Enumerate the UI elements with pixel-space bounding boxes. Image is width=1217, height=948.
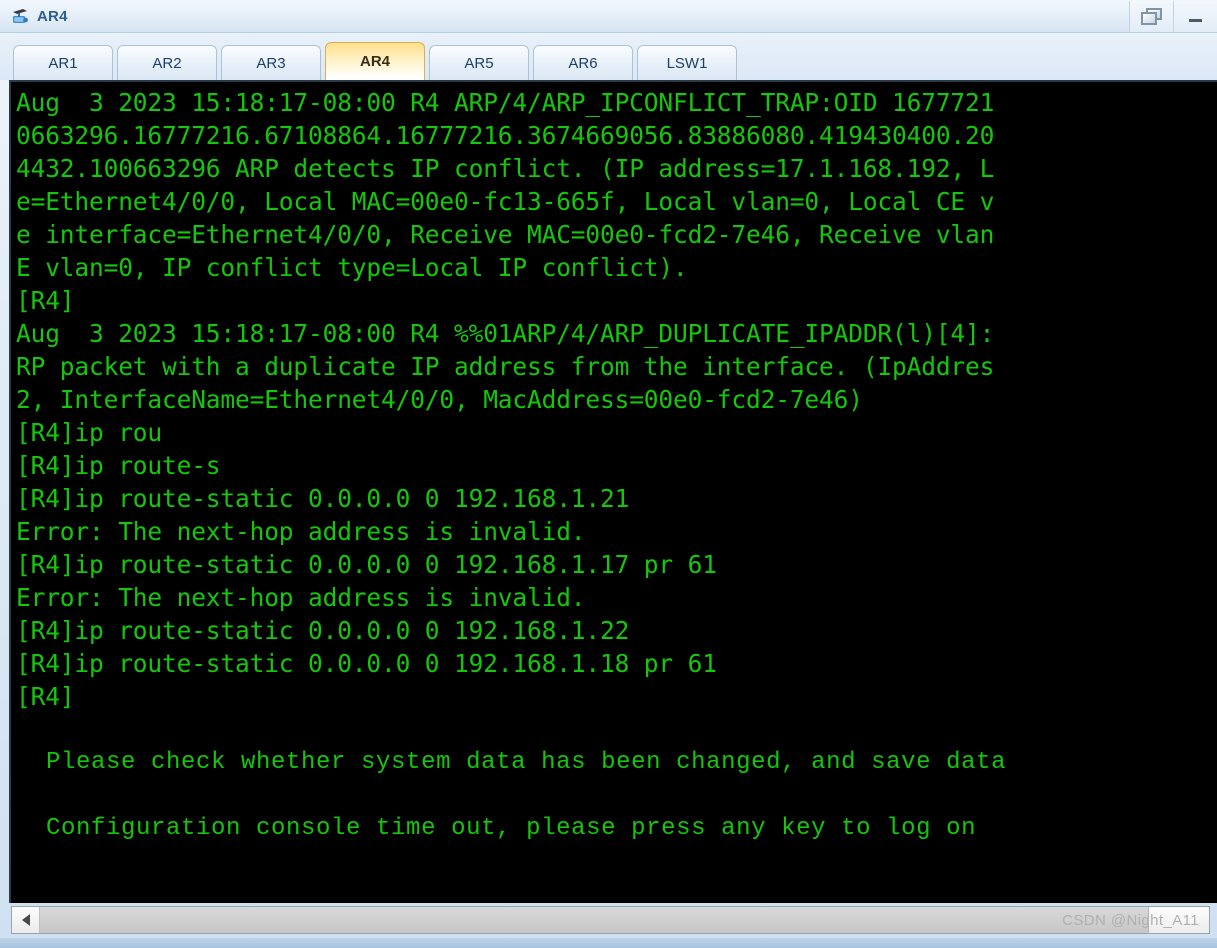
router-icon [10,7,30,27]
device-tab-strip: AR1 AR2 AR3 AR4 AR5 AR6 LSW1 [0,33,1217,80]
terminal-line: Aug 3 2023 15:18:17-08:00 R4 %%01ARP/4/A… [16,319,995,348]
window-controls [1129,1,1217,32]
terminal-line: E vlan=0, IP conflict type=Local IP conf… [16,253,688,282]
terminal-line: Please check whether system data has bee… [16,749,1007,776]
tab-ar3[interactable]: AR3 [221,45,321,80]
terminal-line: [R4]ip route-static 0.0.0.0 0 192.168.1.… [16,616,630,645]
tab-label: AR4 [359,53,390,70]
title-bar-left-group: AR4 [10,0,68,33]
terminal-line: [R4]ip route-static 0.0.0.0 0 192.168.1.… [16,484,630,513]
terminal-line: e=Ethernet4/0/0, Local MAC=00e0-fc13-665… [16,187,995,216]
restore-button[interactable] [1129,1,1173,32]
terminal-line: RP packet with a duplicate IP address fr… [16,352,995,381]
window-title-text: AR4 [37,8,68,25]
device-tabs: AR1 AR2 AR3 AR4 AR5 AR6 LSW1 [13,42,737,80]
terminal-line: Error: The next-hop address is invalid. [16,517,586,546]
terminal-line: [R4]ip route-static 0.0.0.0 0 192.168.1.… [16,649,717,678]
tab-label: AR3 [256,54,286,72]
terminal-line: [R4]ip route-static 0.0.0.0 0 192.168.1.… [16,550,717,579]
tab-label: AR6 [568,54,598,72]
scrollbar-thumb[interactable] [40,907,1149,933]
ar4-console-window: AR4 AR1 AR2 AR3 AR4 AR5 AR6 LSW1 Aug 3 2… [0,0,1217,948]
terminal-line: Aug 3 2023 15:18:17-08:00 R4 ARP/4/ARP_I… [16,88,995,117]
terminal-line: [R4] [16,286,75,315]
tab-label: AR2 [152,54,182,72]
tab-ar4[interactable]: AR4 [325,42,425,80]
tab-ar5[interactable]: AR5 [429,45,529,80]
terminal-line: Configuration console time out, please p… [16,815,977,842]
tab-label: AR5 [464,54,494,72]
scroll-left-button[interactable] [12,907,40,933]
restore-icon [1140,7,1163,26]
terminal-line: e interface=Ethernet4/0/0, Receive MAC=0… [16,220,995,249]
minimize-icon [1189,19,1202,22]
tab-label: AR1 [48,54,78,72]
terminal-line: [R4] [16,682,75,711]
scrollbar-track-right[interactable] [1149,907,1209,933]
window-bottom-edge [0,938,1217,948]
terminal-line: 0663296.16777216.67108864.16777216.36746… [16,121,995,150]
terminal-output[interactable]: Aug 3 2023 15:18:17-08:00 R4 ARP/4/ARP_I… [11,82,1217,845]
terminal-line: [R4]ip rou [16,418,163,447]
terminal-line: [R4]ip route-s [16,451,221,480]
terminal-viewport[interactable]: Aug 3 2023 15:18:17-08:00 R4 ARP/4/ARP_I… [9,80,1217,903]
chevron-left-icon [21,914,30,926]
tab-label: LSW1 [666,54,708,72]
horizontal-scrollbar[interactable] [11,906,1210,934]
window-title-bar: AR4 [0,0,1217,33]
terminal-line: Error: The next-hop address is invalid. [16,583,586,612]
tab-lsw1[interactable]: LSW1 [637,45,737,80]
terminal-line: 4432.100663296 ARP detects IP conflict. … [16,154,995,183]
terminal-line: 2, InterfaceName=Ethernet4/0/0, MacAddre… [16,385,863,414]
tab-ar2[interactable]: AR2 [117,45,217,80]
tab-ar6[interactable]: AR6 [533,45,633,80]
tab-ar1[interactable]: AR1 [13,45,113,80]
minimize-button[interactable] [1173,1,1217,32]
